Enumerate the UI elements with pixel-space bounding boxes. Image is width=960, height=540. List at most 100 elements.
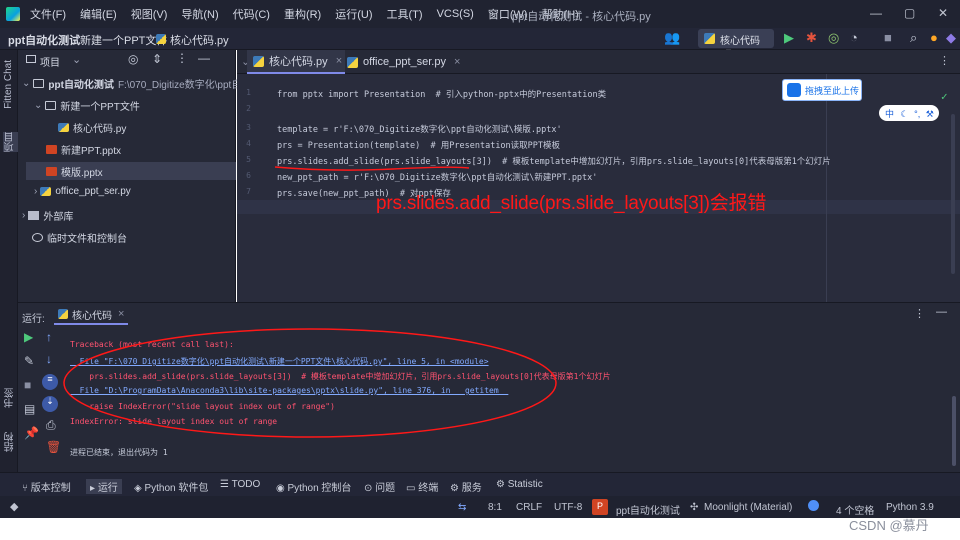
status-encoding[interactable]: UTF-8 xyxy=(554,502,582,513)
ime-toolbar[interactable]: 中 ☾ °, ⚒ xyxy=(879,105,939,121)
profile-icon[interactable]: ◔ xyxy=(850,30,858,45)
tree-item-template-pptx[interactable]: 模版.pptx xyxy=(46,164,103,179)
theme-icon: ✣ xyxy=(690,502,699,513)
inspection-ok-icon[interactable]: ✓ xyxy=(941,90,948,103)
debug-icon[interactable]: ✱ xyxy=(806,30,817,46)
tree-item-external-libs[interactable]: › 外部库 xyxy=(22,208,73,223)
search-icon[interactable]: ⌕ xyxy=(910,30,917,46)
tool-tab-todo[interactable]: ☰ TODO xyxy=(220,479,260,490)
user-icon[interactable]: 👥 xyxy=(664,30,680,46)
folder-icon xyxy=(33,79,45,88)
console-scrollbar-thumb[interactable] xyxy=(952,396,956,466)
tab-label: 核心代码.py xyxy=(269,56,328,68)
console-scrollbar-track xyxy=(948,326,960,472)
print-icon[interactable]: ⎙ xyxy=(46,418,56,433)
tree-item-office-ppt-ser[interactable]: › office_ppt_ser.py xyxy=(34,186,131,197)
structure-tab[interactable]: 结构 xyxy=(3,432,18,452)
menu-vcs[interactable]: VCS(S) xyxy=(437,8,474,20)
hide-panel-icon[interactable]: — xyxy=(936,306,947,318)
options-icon[interactable]: ⋮ xyxy=(176,51,188,65)
tree-item-scratches[interactable]: 临时文件和控制台 xyxy=(32,230,127,245)
options-icon[interactable]: ⋮ xyxy=(914,307,925,320)
red-ellipse-annotation xyxy=(63,328,557,438)
coverage-icon[interactable]: ◎ xyxy=(828,30,839,46)
pin-icon[interactable]: 📌 xyxy=(24,426,39,440)
status-interpreter[interactable]: Python 3.9 xyxy=(886,502,934,513)
tree-item-folder-new-ppt[interactable]: ⌄ 新建一个PPT文件 xyxy=(34,98,140,113)
menu-run[interactable]: 运行(U) xyxy=(335,6,372,22)
soft-wrap-icon[interactable]: ≡ xyxy=(42,374,58,390)
tool-tab-python-console[interactable]: ◉ Python 控制台 xyxy=(276,479,351,494)
fitten-chat-tab[interactable]: Fitten Chat xyxy=(3,60,14,109)
tree-item-project-root[interactable]: ⌄ ppt自动化测试 F:\070_Digitize数字化\ppt自动化 xyxy=(22,76,261,91)
scroll-up-icon[interactable]: ↑ xyxy=(46,330,52,344)
menu-file[interactable]: 文件(F) xyxy=(30,6,66,22)
maximize-icon[interactable]: ▢ xyxy=(904,6,915,20)
breadcrumb-project[interactable]: ppt自动化测试 xyxy=(8,32,80,48)
tab-label: office_ppt_ser.py xyxy=(363,56,446,68)
tool-tab-python-packages[interactable]: ◈ Python 软件包 xyxy=(134,479,208,494)
menu-tools[interactable]: 工具(T) xyxy=(387,6,423,22)
plugin-icon[interactable]: ◆ xyxy=(946,30,956,46)
tab-core-code-py[interactable]: 核心代码.py × xyxy=(247,50,345,74)
more-options-icon[interactable]: ⋮ xyxy=(939,54,950,67)
scroll-to-end-icon[interactable]: ⇣ xyxy=(42,396,58,412)
project-panel: 项目 ⌄ ◎ ⇕ ⋮ — ⌄ ppt自动化测试 F:\070_Digitize数… xyxy=(18,50,261,302)
run-tab-core-code[interactable]: 核心代码 × xyxy=(54,305,129,325)
bookmarks-tab[interactable]: 书签 xyxy=(3,388,18,408)
wrench-icon[interactable]: ✎ xyxy=(24,354,34,368)
menu-view[interactable]: 视图(V) xyxy=(131,6,168,22)
run-icon[interactable]: ▶ xyxy=(784,30,794,46)
tool-tab-statistic[interactable]: ⚙ Statistic xyxy=(496,479,543,490)
collapse-all-icon[interactable]: ⇕ xyxy=(152,52,162,66)
tool-tab-problems[interactable]: ⊙ 问题 xyxy=(364,479,395,494)
tool-tab-services[interactable]: ⚙ 服务 xyxy=(450,479,482,494)
breadcrumb-folder[interactable]: 新建一个PPT文件 xyxy=(80,32,167,48)
update-icon[interactable]: ● xyxy=(930,30,938,45)
tab-office-ppt-ser[interactable]: office_ppt_ser.py × xyxy=(341,50,461,74)
rerun-icon[interactable]: ▶ xyxy=(24,330,33,344)
stop-icon[interactable]: ■ xyxy=(884,30,892,45)
project-panel-title[interactable]: 项目 xyxy=(40,54,60,69)
close-tab-icon[interactable]: × xyxy=(454,56,460,68)
left-tool-strip: Fitten Chat 项目 xyxy=(0,50,18,302)
run-config-selector[interactable]: 核心代码 ▾ xyxy=(698,29,774,58)
tool-tab-terminal[interactable]: ▭ 终端 xyxy=(406,479,438,494)
layout-icon[interactable]: ▤ xyxy=(24,402,35,416)
minimize-icon[interactable]: — xyxy=(870,6,882,20)
stop-icon[interactable]: ■ xyxy=(24,378,31,392)
project-tab[interactable]: 项目 xyxy=(3,132,18,152)
menu-code[interactable]: 代码(C) xyxy=(233,6,270,22)
status-line-separator[interactable]: CRLF xyxy=(516,502,542,513)
tree-item-label: 临时文件和控制台 xyxy=(47,234,127,245)
vertical-scrollbar[interactable] xyxy=(951,114,955,274)
tree-item-core-code-py[interactable]: 核心代码.py xyxy=(58,120,126,135)
hide-panel-icon[interactable]: — xyxy=(198,51,210,65)
chevron-right-icon: › xyxy=(22,210,26,221)
scroll-down-icon[interactable]: ↓ xyxy=(46,352,52,366)
menu-edit[interactable]: 编辑(E) xyxy=(80,6,117,22)
status-project[interactable]: ppt自动化测试 xyxy=(616,502,680,517)
close-icon[interactable]: ✕ xyxy=(938,6,948,20)
trash-icon[interactable]: 🗑 xyxy=(46,440,61,454)
chevron-down-icon[interactable]: ⌄ xyxy=(72,53,81,66)
tool-tab-vcs[interactable]: ⑂ 版本控制 xyxy=(22,479,71,494)
locate-icon[interactable]: ◎ xyxy=(128,52,138,66)
tree-item-new-pptx[interactable]: 新建PPT.pptx xyxy=(46,142,121,157)
drag-upload-button[interactable]: 拖拽至此上传 xyxy=(782,79,862,101)
right-margin-guide xyxy=(826,74,827,302)
chevron-down-icon: ⌄ xyxy=(34,100,43,111)
status-position[interactable]: 8:1 xyxy=(488,502,502,513)
status-theme[interactable]: Moonlight (Material) xyxy=(704,502,792,513)
python-file-icon xyxy=(253,55,264,67)
run-console[interactable]: Traceback (most recent call last): File … xyxy=(62,326,948,472)
tool-tab-run[interactable]: ▸ 运行 xyxy=(86,479,122,494)
menu-refactor[interactable]: 重构(R) xyxy=(284,6,321,22)
powerpoint-icon: P xyxy=(592,499,608,515)
layers-icon[interactable]: ◆ xyxy=(10,500,18,513)
menu-navigate[interactable]: 导航(N) xyxy=(181,6,218,22)
breadcrumb-file[interactable]: 核心代码.py xyxy=(170,32,229,48)
code-line-1: from pptx import Presentation # 引入python… xyxy=(277,90,607,100)
ime-punct-icon: °, xyxy=(914,109,921,119)
close-tab-icon[interactable]: × xyxy=(118,308,124,320)
